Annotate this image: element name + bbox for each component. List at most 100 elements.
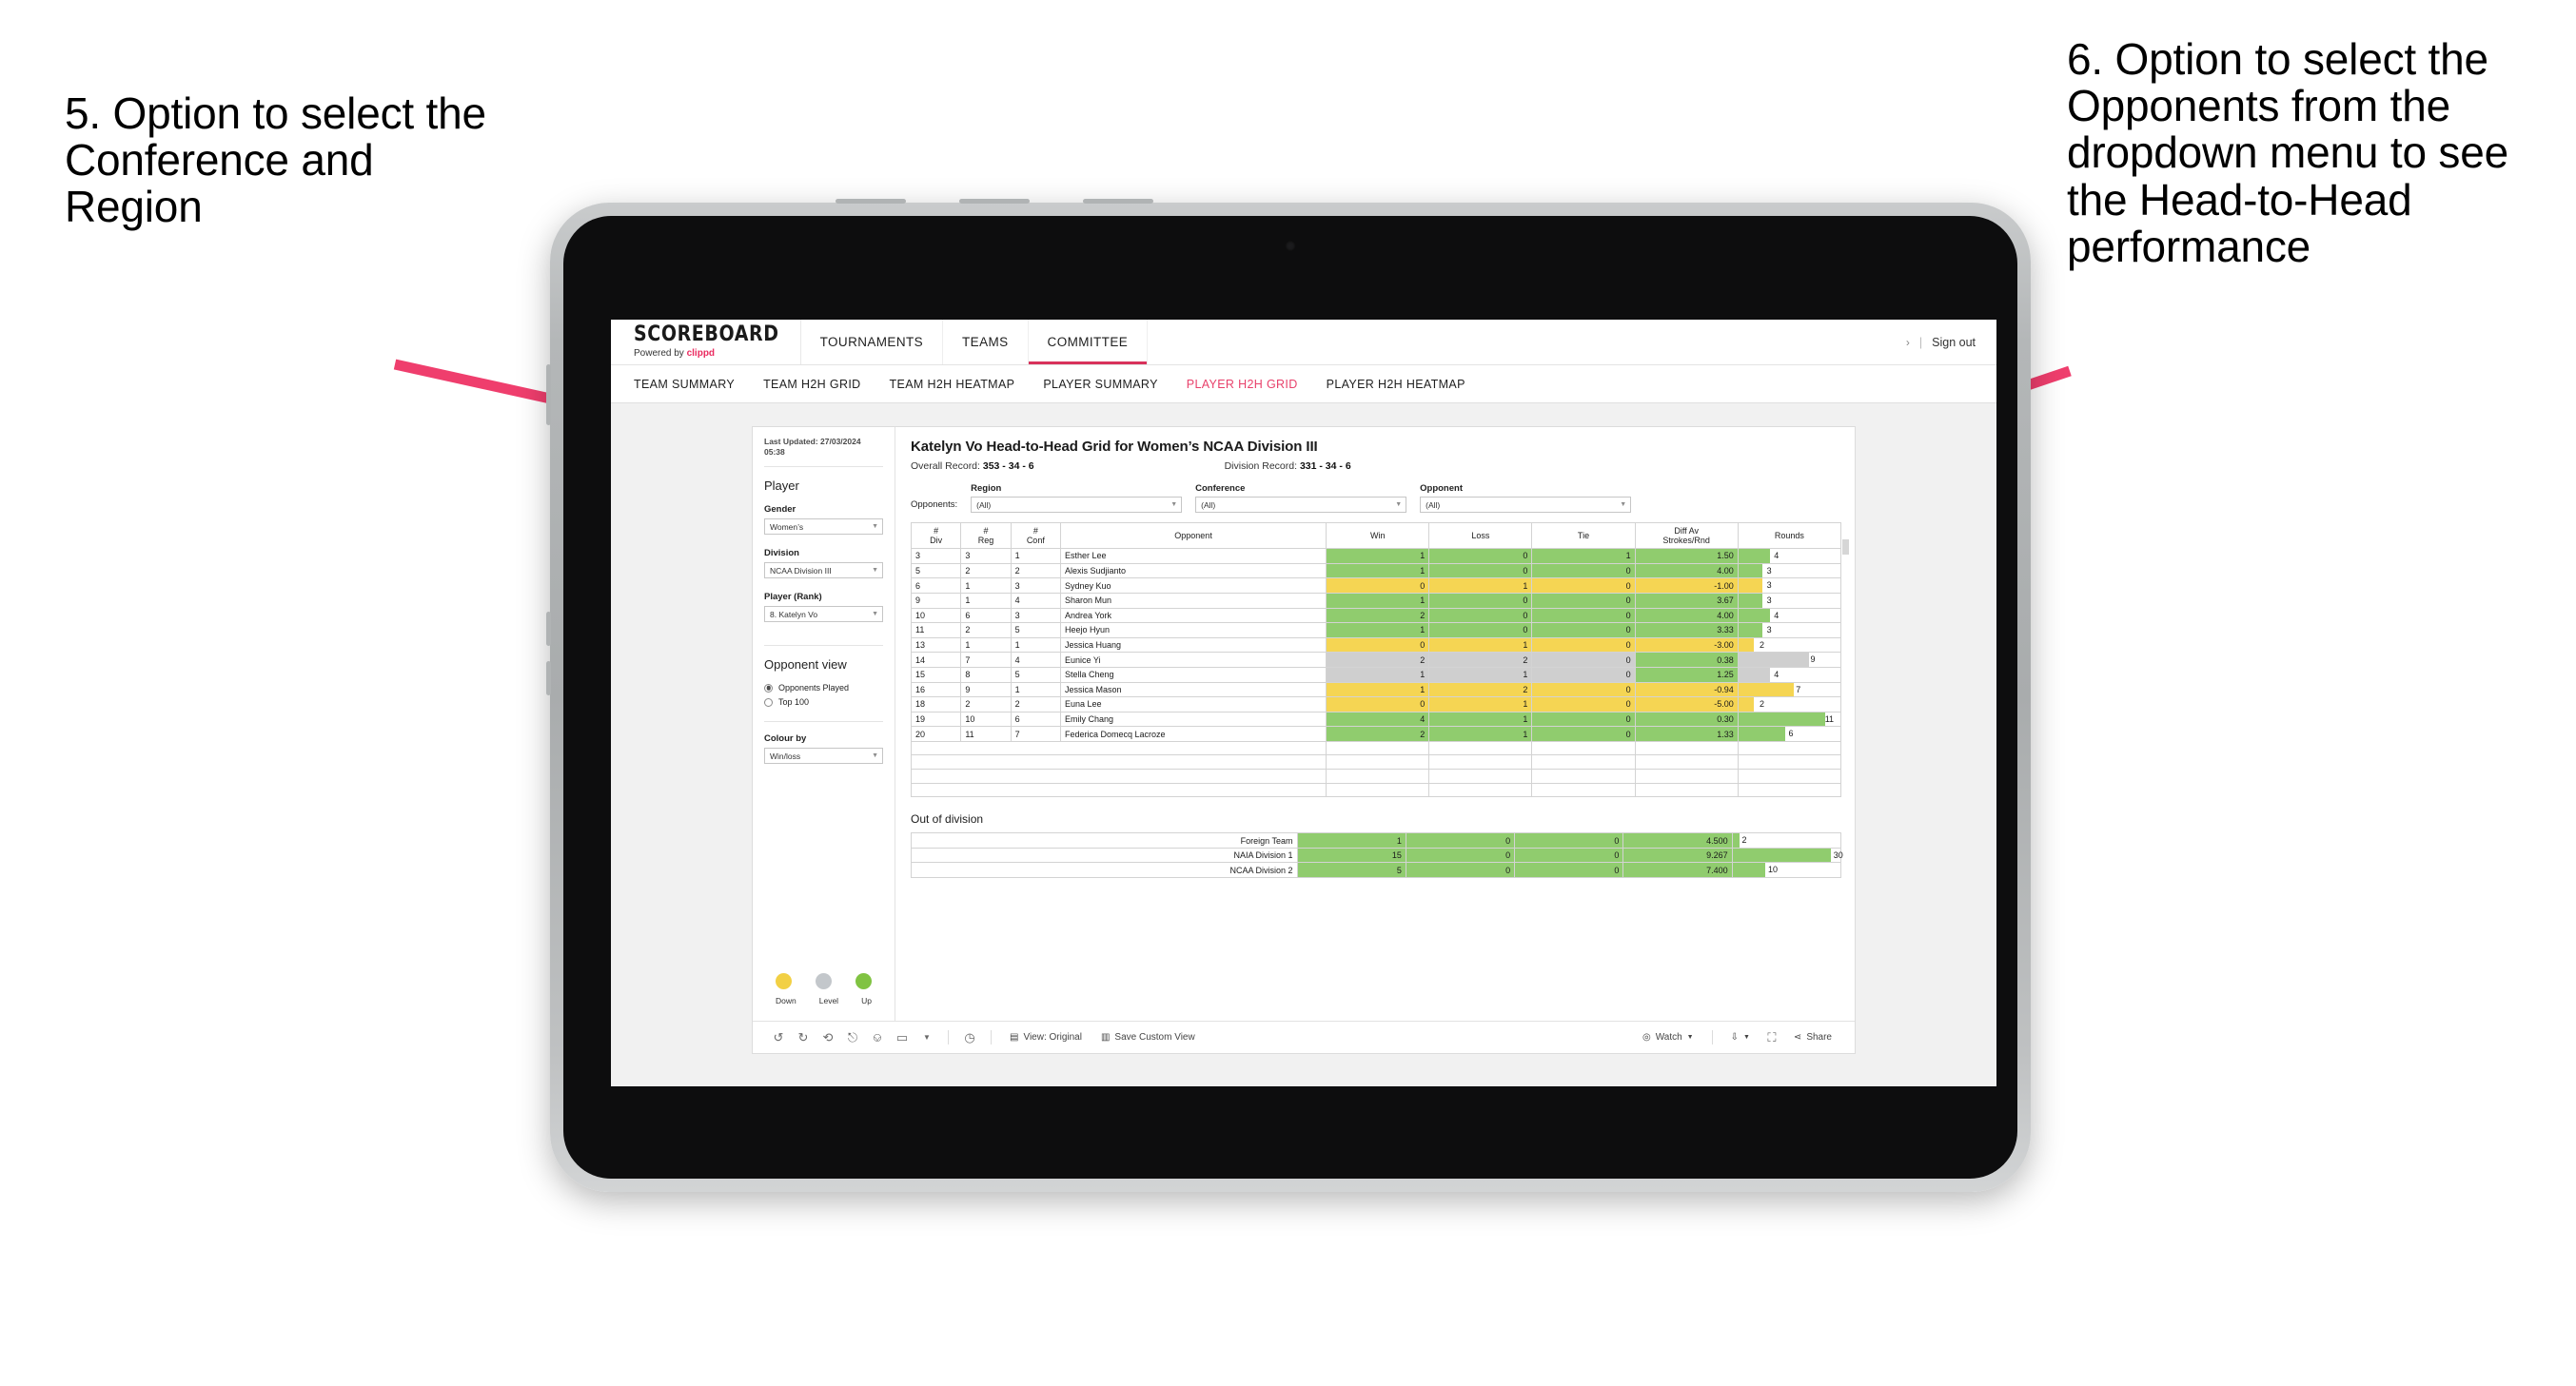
cell-win: 1	[1326, 666, 1430, 683]
watch-button[interactable]: ◎ Watch ▼	[1633, 1032, 1703, 1043]
table-row[interactable]: 9 1 4 Sharon Mun 1 0 0 3.67 3	[910, 592, 1842, 609]
tab-player-h2h-grid[interactable]: PLAYER H2H GRID	[1187, 378, 1319, 391]
save-custom-view-button[interactable]: ▥ Save Custom View	[1091, 1032, 1205, 1043]
cell-opponent: Sydney Kuo	[1059, 577, 1327, 594]
tab-player-summary[interactable]: PLAYER SUMMARY	[1043, 378, 1178, 391]
cell-rounds: 3	[1737, 562, 1842, 579]
tab-team-h2h-heatmap[interactable]: TEAM H2H HEATMAP	[890, 378, 1036, 391]
table-row[interactable]: 15 8 5 Stella Cheng 1 1 0 1.25 4	[910, 666, 1842, 683]
tab-team-summary-label: TEAM SUMMARY	[634, 377, 736, 391]
grid-scrollbar[interactable]	[1842, 539, 1849, 555]
view-original-button[interactable]: ▤ View: Original	[1000, 1032, 1091, 1043]
conference-select[interactable]: (All) ▼	[1195, 497, 1407, 513]
sign-out-link[interactable]: Sign out	[1932, 336, 1976, 349]
table-row[interactable]: 16 9 1 Jessica Mason 1 2 0 -0.94 7	[910, 681, 1842, 698]
cell-reg: 2	[960, 562, 1012, 579]
player-rank-select[interactable]: 8. Katelyn Vo ▼	[764, 606, 883, 623]
table-row[interactable]: 14 7 4 Eunice Yi 2 2 0 0.38 9	[910, 652, 1842, 668]
brand-logo[interactable]: SCOREBOARD Powered by clippd	[611, 320, 801, 364]
zoom-icon[interactable]: ▭	[890, 1030, 914, 1045]
refresh-data-icon[interactable]: ⎋	[840, 1030, 865, 1045]
chevron-down-icon[interactable]: ▼	[914, 1033, 939, 1042]
overall-record-label: Overall Record:	[911, 460, 980, 472]
division-value: NCAA Division III	[770, 565, 832, 576]
table-row[interactable]: 11 2 5 Heejo Hyun 1 0 0 3.33 3	[910, 622, 1842, 638]
radio-opponents-played-label: Opponents Played	[778, 683, 850, 693]
h2h-grid-head: # Div # Reg # Conf Opponent Win Loss Tie…	[910, 521, 1842, 550]
cell-tie: 0	[1531, 666, 1636, 683]
division-select[interactable]: NCAA Division III ▼	[764, 562, 883, 579]
nav-teams[interactable]: TEAMS	[943, 320, 1029, 364]
radio-opponents-played[interactable]: Opponents Played	[764, 683, 883, 693]
tab-team-h2h-grid[interactable]: TEAM H2H GRID	[763, 378, 881, 391]
cell-div: 11	[910, 622, 962, 638]
filter-sidebar: Last Updated: 27/03/2024 05:38 Player Ge…	[753, 427, 895, 1021]
out-of-division-row[interactable]: NCAA Division 2 5 0 0 7.400 10	[911, 862, 1842, 879]
pause-refresh-icon[interactable]: ⎉	[865, 1030, 890, 1045]
opponent-select[interactable]: (All) ▼	[1420, 497, 1632, 513]
header-divider: |	[1918, 335, 1923, 349]
nav-committee[interactable]: COMMITTEE	[1028, 320, 1149, 364]
view-icon: ▤	[1010, 1032, 1019, 1043]
col-reg: # Reg	[960, 521, 1012, 550]
division-record-label: Division Record:	[1224, 460, 1298, 472]
table-row[interactable]: 18 2 2 Euna Lee 0 1 0 -5.00 2	[910, 696, 1842, 713]
region-filter: Region (All) ▼	[971, 483, 1183, 513]
col-tie: Tie	[1531, 521, 1636, 550]
region-select[interactable]: (All) ▼	[971, 497, 1183, 513]
tab-team-summary[interactable]: TEAM SUMMARY	[634, 378, 756, 391]
fullscreen-icon[interactable]: ⛶	[1760, 1030, 1784, 1045]
cell-diff: 9.267	[1622, 847, 1733, 864]
legend-label-up: Up	[861, 996, 872, 1005]
table-row[interactable]: 3 3 1 Esther Lee 1 0 1 1.50 4	[910, 548, 1842, 564]
download-button[interactable]: ⇩ ▼	[1721, 1032, 1760, 1043]
table-row[interactable]: 19 10 6 Emily Chang 4 1 0 0.30 11	[910, 711, 1842, 728]
device-button-power	[546, 661, 551, 695]
chevron-right-icon[interactable]: ›	[1906, 336, 1910, 349]
cell-reg: 7	[960, 652, 1012, 668]
share-button[interactable]: ⋖ Share	[1784, 1032, 1841, 1043]
cell-win: 0	[1326, 577, 1430, 594]
cell-div: 5	[910, 562, 962, 579]
out-of-division-row[interactable]: NAIA Division 1 15 0 0 9.267 30	[911, 847, 1843, 864]
cell-conf: 2	[1010, 562, 1061, 579]
out-of-division-row[interactable]: Foreign Team 1 0 0 4.500 2	[911, 832, 1842, 849]
table-row[interactable]: 5 2 2 Alexis Sudjianto 1 0 0 4.00 3	[910, 562, 1842, 579]
overall-record: Overall Record: 353 - 34 - 6	[911, 460, 1034, 472]
table-row-empty	[910, 782, 1842, 798]
table-row-empty	[910, 769, 1842, 784]
undo-icon[interactable]: ↺	[766, 1030, 791, 1045]
cell-reg: 1	[960, 577, 1012, 594]
col-conf: # Conf	[1010, 521, 1061, 550]
legend-labels: Down Level Up	[764, 996, 883, 1005]
gender-label: Gender	[764, 504, 796, 516]
chevron-down-icon: ▼	[1395, 501, 1403, 508]
cell-diff: 0.30	[1634, 711, 1739, 728]
table-row[interactable]: 13 1 1 Jessica Huang 0 1 0 -3.00 2	[910, 636, 1842, 654]
player-section-title: Player	[764, 478, 799, 494]
redo-icon[interactable]: ↻	[791, 1030, 816, 1045]
cell-div: 10	[910, 607, 962, 624]
table-row[interactable]: 10 6 3 Andrea York 2 0 0 4.00 4	[910, 607, 1842, 624]
cell-rounds: 10	[1731, 862, 1842, 879]
legend-label-level: Level	[818, 996, 839, 1005]
cell-diff: -3.00	[1634, 636, 1739, 654]
cell-div: 14	[910, 652, 962, 668]
cell-loss: 0	[1428, 607, 1533, 624]
save-view-icon: ▥	[1100, 1032, 1111, 1043]
cell-loss: 0	[1428, 592, 1533, 609]
revert-icon[interactable]: ⟲	[816, 1030, 840, 1045]
nav-tournaments[interactable]: TOURNAMENTS	[801, 320, 944, 364]
clock-icon[interactable]: ◷	[957, 1030, 982, 1045]
cell-tie: 0	[1531, 696, 1636, 713]
table-row[interactable]: 6 1 3 Sydney Kuo 0 1 0 -1.00 3	[910, 577, 1842, 594]
radio-top-100[interactable]: Top 100	[764, 697, 883, 707]
cell-reg: 6	[960, 607, 1012, 624]
table-row[interactable]: 20 11 7 Federica Domecq Lacroze 2 1 0 1.33 6	[910, 726, 1842, 742]
cell-loss: 2	[1428, 681, 1533, 698]
colour-by-select[interactable]: Win/loss ▼	[764, 748, 883, 765]
toolbar-divider-3	[1711, 1030, 1713, 1044]
tab-player-h2h-heatmap[interactable]: PLAYER H2H HEATMAP	[1327, 378, 1486, 391]
cell-reg: 1	[960, 592, 1012, 609]
gender-select[interactable]: Women’s ▼	[764, 518, 883, 536]
